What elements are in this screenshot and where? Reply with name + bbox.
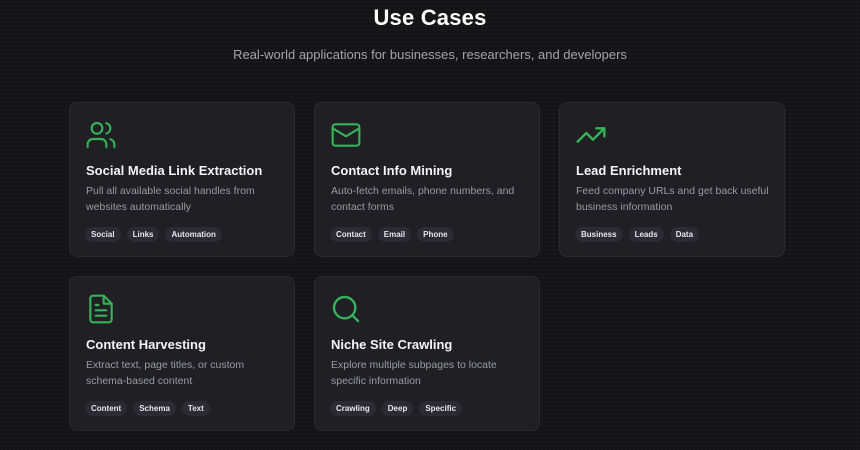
tag: Deep bbox=[381, 401, 414, 416]
users-icon bbox=[85, 119, 117, 151]
tag: Data bbox=[669, 227, 700, 242]
card-description: Pull all available social handles from w… bbox=[86, 185, 255, 213]
use-case-card-content-harvesting[interactable]: Content Harvesting Extract text, page ti… bbox=[69, 276, 295, 431]
search-icon bbox=[330, 293, 362, 325]
card-description: Auto-fetch emails, phone numbers, and co… bbox=[331, 185, 515, 213]
use-case-card-social-media[interactable]: Social Media Link Extraction Pull all av… bbox=[69, 102, 295, 257]
card-description: Explore multiple subpages to locate spec… bbox=[331, 359, 497, 387]
tag-list: Social Links Automation bbox=[85, 227, 222, 242]
card-title: Lead Enrichment bbox=[576, 163, 682, 178]
card-title: Social Media Link Extraction bbox=[86, 163, 263, 178]
card-title: Contact Info Mining bbox=[331, 163, 453, 178]
use-case-card-lead-enrichment[interactable]: Lead Enrichment Feed company URLs and ge… bbox=[559, 102, 785, 257]
tag: Contact bbox=[330, 227, 372, 242]
tag: Automation bbox=[165, 227, 222, 242]
tag: Email bbox=[377, 227, 412, 242]
page-subtitle: Real-world applications for businesses, … bbox=[233, 47, 627, 62]
card-description: Extract text, page titles, or custom sch… bbox=[86, 359, 245, 387]
tag: Social bbox=[85, 227, 121, 242]
tag: Schema bbox=[133, 401, 176, 416]
tag: Leads bbox=[628, 227, 664, 242]
tag: Phone bbox=[417, 227, 454, 242]
tag: Crawling bbox=[330, 401, 376, 416]
tag-list: Content Schema Text bbox=[85, 401, 210, 416]
tag: Links bbox=[126, 227, 160, 242]
document-icon bbox=[85, 293, 117, 325]
mail-icon bbox=[330, 119, 362, 151]
card-title: Content Harvesting bbox=[86, 337, 206, 352]
use-case-card-contact-info[interactable]: Contact Info Mining Auto-fetch emails, p… bbox=[314, 102, 540, 257]
use-case-card-niche-site-crawling[interactable]: Niche Site Crawling Explore multiple sub… bbox=[314, 276, 540, 431]
tag: Content bbox=[85, 401, 128, 416]
tag: Text bbox=[181, 401, 210, 416]
trending-up-icon bbox=[575, 119, 607, 151]
tag-list: Crawling Deep Specific bbox=[330, 401, 463, 416]
card-title: Niche Site Crawling bbox=[331, 337, 453, 352]
tag: Business bbox=[575, 227, 623, 242]
tag-list: Business Leads Data bbox=[575, 227, 700, 242]
tag: Specific bbox=[419, 401, 463, 416]
tag-list: Contact Email Phone bbox=[330, 227, 454, 242]
page-title: Use Cases bbox=[373, 5, 487, 30]
card-description: Feed company URLs and get back useful bu… bbox=[576, 185, 769, 213]
